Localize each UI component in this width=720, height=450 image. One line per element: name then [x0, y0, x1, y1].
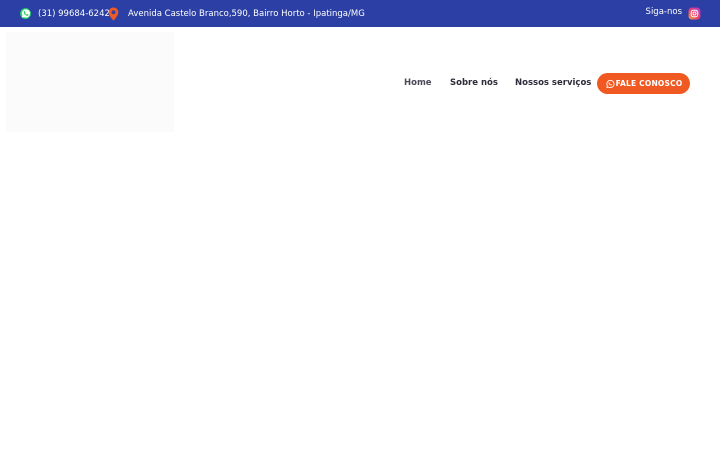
- whatsapp-icon: [605, 79, 615, 89]
- phone-contact[interactable]: (31) 99684-6242: [19, 0, 110, 27]
- logo-placeholder[interactable]: [6, 32, 174, 132]
- address-contact: Avenida Castelo Branco,590, Bairro Horto…: [108, 0, 365, 27]
- page-content: [0, 140, 720, 450]
- nav-home[interactable]: Home: [404, 73, 432, 93]
- site-header: Home Sobre nós Nossos serviços FALE CONO…: [0, 27, 720, 140]
- social-label: Siga-nos: [645, 6, 682, 17]
- address-text: Avenida Castelo Branco,590, Bairro Horto…: [128, 8, 365, 19]
- contact-button[interactable]: FALE CONOSCO: [597, 73, 690, 94]
- social-links: Siga-nos: [646, 0, 701, 27]
- phone-number: (31) 99684-6242: [38, 8, 110, 19]
- nav-about[interactable]: Sobre nós: [450, 73, 498, 93]
- instagram-icon[interactable]: [688, 7, 701, 20]
- nav-services[interactable]: Nossos serviços: [515, 73, 591, 93]
- whatsapp-icon: [19, 7, 32, 20]
- contact-button-label: FALE CONOSCO: [615, 79, 683, 88]
- map-pin-icon: [108, 6, 119, 21]
- top-bar: (31) 99684-6242 Avenida Castelo Branco,5…: [0, 0, 720, 27]
